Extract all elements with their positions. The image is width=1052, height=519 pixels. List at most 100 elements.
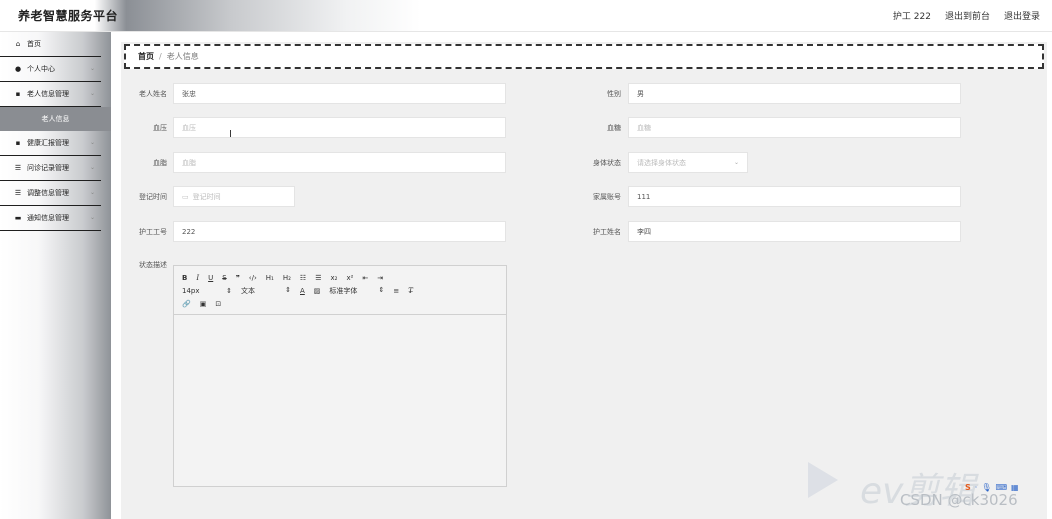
- blockquote-icon[interactable]: ❞: [236, 274, 240, 282]
- chevron-down-icon: ⌄: [89, 65, 95, 72]
- sidebar-item-notice-info-mgmt[interactable]: ▬ 通知信息管理 ⌄: [0, 206, 101, 231]
- updown-icon: ⇕: [285, 285, 291, 294]
- sidebar: ⌂ 首页 ● 个人中心 ⌄ ▪ 老人信息管理 ⌄ 老人信息 ▪ 健康汇报管理 ⌄…: [0, 32, 111, 519]
- nurse-name-field[interactable]: 李四: [628, 221, 961, 242]
- form-row-blood-sugar: 血糖 血糖: [561, 117, 961, 138]
- text-type-select[interactable]: 文本 ⇕: [241, 286, 291, 296]
- superscript-button[interactable]: x²: [346, 274, 353, 282]
- blood-pressure-input[interactable]: 血压: [173, 117, 506, 138]
- video-icon[interactable]: ⊡: [215, 300, 221, 308]
- family-account-label: 家属账号: [593, 192, 621, 201]
- chevron-down-icon: ⌄: [89, 214, 95, 221]
- body-status-select[interactable]: 请选择身体状态 ⌄: [628, 152, 748, 173]
- font-color-icon[interactable]: A: [300, 287, 305, 295]
- align-icon[interactable]: ≡: [393, 287, 399, 295]
- sidebar-item-health-report-mgmt[interactable]: ▪ 健康汇报管理 ⌄: [0, 131, 101, 156]
- font-family-select[interactable]: 标准字体 ⇕: [329, 286, 384, 296]
- sidebar-item-label: 问诊记录管理: [27, 164, 69, 172]
- ev-logo-icon: [808, 462, 838, 498]
- sidebar-item-elder-info-mgmt[interactable]: ▪ 老人信息管理 ⌄: [0, 82, 101, 107]
- sidebar-item-consult-record-mgmt[interactable]: ☰ 问诊记录管理 ⌄: [0, 156, 101, 181]
- nurse-id-field[interactable]: 222: [173, 221, 506, 242]
- updown-icon: ⇕: [226, 286, 232, 295]
- rich-text-editor: B I U S ❞ ‹/› H₁ H₂ ☷ ☰ x₂ x² ⇤ ⇥ 14px ⇕…: [173, 265, 507, 487]
- sidebar-subitem-elder-info[interactable]: 老人信息: [0, 107, 111, 131]
- calendar-icon: ▭: [182, 192, 189, 201]
- heading2-button[interactable]: H₂: [283, 274, 291, 282]
- name-field[interactable]: 张忠: [173, 83, 506, 104]
- underline-button[interactable]: U: [208, 274, 213, 282]
- link-icon[interactable]: 🔗: [182, 300, 191, 308]
- register-time-placeholder: 登记时间: [192, 192, 221, 201]
- chevron-down-icon: ⌄: [733, 159, 739, 166]
- sidebar-item-label: 健康汇报管理: [27, 139, 69, 147]
- gender-field[interactable]: 男: [628, 83, 961, 104]
- editor-toolbar: B I U S ❞ ‹/› H₁ H₂ ☷ ☰ x₂ x² ⇤ ⇥ 14px ⇕…: [174, 266, 506, 315]
- form-row-register-time: 登记时间 ▭ 登记时间: [121, 186, 295, 207]
- body-status-label: 身体状态: [593, 158, 621, 167]
- body-status-placeholder: 请选择身体状态: [637, 158, 686, 167]
- chevron-down-icon: ⌄: [89, 189, 95, 196]
- top-header: 养老智慧服务平台 护工 222 退出到前台 退出登录: [0, 0, 1052, 32]
- ordered-list-icon[interactable]: ☷: [300, 274, 306, 282]
- sidebar-item-label: 个人中心: [27, 65, 55, 73]
- text-type-value: 文本: [241, 286, 255, 295]
- image-icon[interactable]: ▣: [200, 300, 207, 308]
- chevron-down-icon: ⌄: [89, 90, 95, 97]
- blood-lipid-label: 血脂: [153, 158, 167, 167]
- bold-button[interactable]: B: [182, 274, 187, 282]
- nurse-id-label: 护工工号: [139, 227, 167, 236]
- breadcrumb: 首页 / 老人信息: [124, 44, 1044, 69]
- form-row-blood-lipid: 血脂 血脂: [121, 152, 506, 173]
- sidebar-item-adjust-info-mgmt[interactable]: ☰ 调整信息管理 ⌄: [0, 181, 101, 206]
- form-row-gender: 性别 男: [561, 83, 961, 104]
- clear-format-icon[interactable]: T̶: [408, 287, 413, 295]
- chat-icon: ▬: [14, 214, 22, 222]
- form-row-nurse-id: 护工工号 222: [121, 221, 506, 242]
- blood-sugar-input[interactable]: 血糖: [628, 117, 961, 138]
- form-row-nurse-name: 护工姓名 李四: [561, 221, 961, 242]
- breadcrumb-home[interactable]: 首页: [138, 51, 154, 62]
- sidebar-item-label: 调整信息管理: [27, 189, 69, 197]
- blood-sugar-label: 血糖: [607, 123, 621, 132]
- text-cursor-icon: I: [229, 129, 232, 140]
- name-label: 老人姓名: [139, 89, 167, 98]
- font-size-select[interactable]: 14px ⇕: [182, 287, 232, 295]
- family-account-field[interactable]: 111: [628, 186, 961, 207]
- csdn-watermark: CSDN @ck3026: [900, 491, 1018, 509]
- italic-button[interactable]: I: [196, 274, 199, 282]
- sidebar-item-label: 首页: [27, 40, 41, 48]
- indent-icon[interactable]: ⇥: [377, 274, 383, 282]
- sidebar-item-personal-center[interactable]: ● 个人中心 ⌄: [0, 57, 101, 82]
- subscript-button[interactable]: x₂: [330, 274, 337, 282]
- background-color-icon[interactable]: ▨: [314, 287, 321, 295]
- strike-button[interactable]: S: [222, 274, 226, 282]
- font-size-value: 14px: [182, 286, 200, 295]
- logout-link[interactable]: 退出登录: [1004, 9, 1040, 22]
- bullet-list-icon[interactable]: ☰: [315, 274, 321, 282]
- grid-icon: ▪: [15, 90, 21, 98]
- register-time-label: 登记时间: [139, 192, 167, 201]
- user-icon: ●: [14, 65, 22, 73]
- sidebar-menu: ⌂ 首页 ● 个人中心 ⌄ ▪ 老人信息管理 ⌄ 老人信息 ▪ 健康汇报管理 ⌄…: [0, 32, 111, 231]
- register-time-picker[interactable]: ▭ 登记时间: [173, 186, 295, 207]
- sidebar-item-label: 老人信息管理: [27, 90, 69, 98]
- toolbar-row-1: B I U S ❞ ‹/› H₁ H₂ ☷ ☰ x₂ x² ⇤ ⇥: [182, 271, 498, 284]
- code-icon[interactable]: ‹/›: [249, 274, 257, 282]
- status-desc-label: 状态描述: [139, 261, 167, 269]
- form-row-family-account: 家属账号 111: [561, 186, 961, 207]
- sidebar-item-home[interactable]: ⌂ 首页: [0, 32, 101, 57]
- sidebar-item-label: 老人信息: [41, 115, 70, 123]
- breadcrumb-current: 老人信息: [166, 52, 199, 61]
- list-icon: ☰: [14, 164, 22, 172]
- home-icon: ⌂: [15, 40, 21, 48]
- heading1-button[interactable]: H₁: [266, 274, 274, 282]
- outdent-icon[interactable]: ⇤: [362, 274, 368, 282]
- blood-lipid-input[interactable]: 血脂: [173, 152, 506, 173]
- toolbar-row-2: 14px ⇕ 文本 ⇕ A ▨ 标准字体 ⇕ ≡ T̶: [182, 284, 498, 297]
- gender-label: 性别: [607, 89, 621, 98]
- exit-to-front-link[interactable]: 退出到前台: [945, 9, 990, 22]
- form-row-name: 老人姓名 张忠: [121, 83, 506, 104]
- chevron-down-icon: ⌄: [89, 139, 95, 146]
- form-row-blood-pressure: 血压 血压: [121, 117, 506, 138]
